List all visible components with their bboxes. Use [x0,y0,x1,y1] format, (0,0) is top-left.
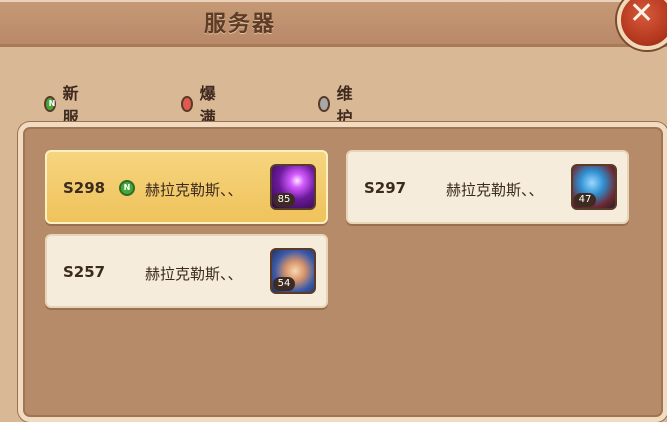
server-list-panel: S298 赫拉克勒斯、、 85 S297 赫拉克勒斯、、 47 S257 赫拉克… [18,122,667,422]
legend-full: 爆满 [181,80,220,128]
new-status-icon [119,180,135,196]
server-code: S298 [63,179,106,197]
legend-label-maintenance: 维护 [336,84,353,127]
server-code: S257 [63,263,106,281]
server-card-s298[interactable]: S298 赫拉克勒斯、、 85 [45,150,328,224]
server-card-s297[interactable]: S297 赫拉克勒斯、、 47 [346,150,629,224]
legend-new: 新服 [44,80,83,128]
full-status-icon [181,96,193,112]
hero-avatar-icon: 85 [270,164,316,210]
header-bar: 服务器 [0,0,667,47]
legend-label-new: 新服 [62,84,79,127]
page-title: 服务器 [203,12,276,37]
server-name: 赫拉克勒斯、、 [446,181,544,199]
server-code: S297 [364,179,407,197]
hero-level-badge: 54 [273,277,295,291]
server-name: 赫拉克勒斯、、 [145,265,243,283]
legend-maintenance: 维护 [318,80,357,128]
hero-level-badge: 47 [574,193,596,207]
server-card-s257[interactable]: S257 赫拉克勒斯、、 54 [45,234,328,308]
hero-avatar-icon: 47 [571,164,617,210]
hero-level-badge: 85 [273,193,295,207]
legend-label-full: 爆满 [199,84,216,127]
maintenance-status-icon [318,96,330,112]
hero-avatar-icon: 54 [270,248,316,294]
server-name: 赫拉克勒斯、、 [145,181,243,199]
new-status-icon [44,96,58,112]
close-icon: ✕ [629,0,655,31]
